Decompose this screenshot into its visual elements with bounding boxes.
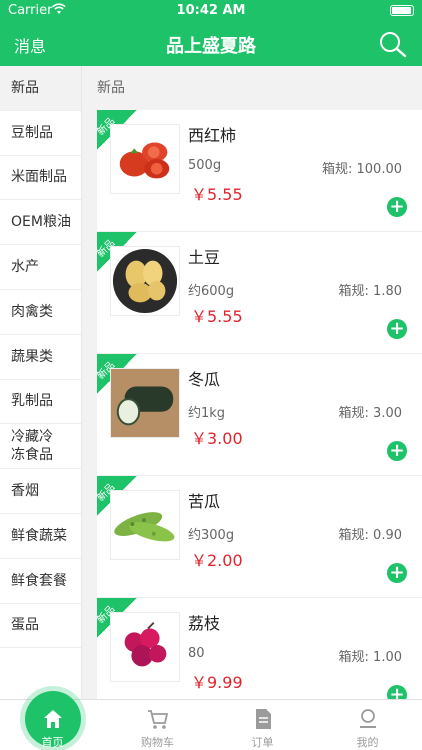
sidebar-item-label: 蛋品 <box>11 617 39 634</box>
product-box-spec: 箱规: 0.90 <box>338 528 402 543</box>
sidebar-item-eggs[interactable]: 蛋品 <box>0 604 81 649</box>
sidebar-item-meat[interactable]: 肉禽类 <box>0 290 81 335</box>
tomato-image <box>110 124 180 194</box>
product-box-spec: 箱规: 100.00 <box>322 162 402 177</box>
add-to-cart-button[interactable]: + <box>387 441 407 461</box>
sidebar-item-label: 米面制品 <box>11 169 67 186</box>
add-to-cart-button[interactable]: + <box>387 319 407 339</box>
tab-orders[interactable]: 订单 <box>210 700 315 750</box>
sidebar-item-tobacco[interactable]: 香烟 <box>0 469 81 514</box>
product-price: ￥9.99 <box>191 673 243 692</box>
sidebar-item-label: 鲜食套餐 <box>11 572 67 589</box>
lychee-image <box>110 612 180 682</box>
product-card[interactable]: 新品 苦瓜 约300g 箱规: 0.90 ￥2.00 + <box>97 476 422 598</box>
sidebar-item-produce[interactable]: 蔬果类 <box>0 335 81 380</box>
tab-label: 购物车 <box>141 736 174 749</box>
product-spec: 约300g <box>188 528 235 543</box>
product-spec: 约1kg <box>188 406 226 421</box>
product-card[interactable]: 新品 土豆 约600g 箱规: 1.80 ￥5.55 + <box>97 232 422 354</box>
tab-cart[interactable]: 购物车 <box>105 700 210 750</box>
product-price: ￥5.55 <box>191 185 243 204</box>
product-name: 苦瓜 <box>188 492 221 511</box>
product-box-spec: 箱规: 3.00 <box>338 406 402 421</box>
sidebar-item-label: 香烟 <box>11 483 39 500</box>
tab-label: 我的 <box>356 736 379 749</box>
sidebar-item-frozen[interactable]: 冷藏冷 冻食品 <box>0 424 81 470</box>
add-to-cart-button[interactable]: + <box>387 685 407 699</box>
add-to-cart-button[interactable]: + <box>387 197 407 217</box>
tab-home[interactable]: 首页 <box>0 691 105 750</box>
winter-melon-image <box>110 368 180 438</box>
product-box-spec: 箱规: 1.80 <box>338 284 402 299</box>
order-icon <box>255 709 271 729</box>
bitter-melon-image <box>110 490 180 560</box>
sidebar-item-fresh-veg[interactable]: 鲜食蔬菜 <box>0 514 81 559</box>
nav-bar: 消息 品上盛夏路 <box>0 22 422 66</box>
product-name: 荔枝 <box>188 614 221 633</box>
product-name: 西红柿 <box>188 126 237 145</box>
home-icon <box>43 710 62 728</box>
status-time: 10:42 AM <box>176 3 246 18</box>
sidebar-item-tofu[interactable]: 豆制品 <box>0 111 81 156</box>
potato-image <box>110 246 180 316</box>
tab-label: 订单 <box>251 736 274 749</box>
sidebar-item-new[interactable]: 新品 <box>0 66 81 111</box>
sidebar-item-oem-oil[interactable]: OEM粮油 <box>0 200 81 246</box>
battery-icon <box>390 5 414 16</box>
product-card[interactable]: 新品 西红柿 500g 箱规: 100.00 ￥5.55 + <box>97 110 422 232</box>
category-sidebar: 新品 豆制品 米面制品 OEM粮油 水产 肉禽类 蔬果类 乳制品 冷藏冷 冻食品… <box>0 66 82 699</box>
product-spec: 约600g <box>188 284 235 299</box>
add-to-cart-button[interactable]: + <box>387 563 407 583</box>
sidebar-item-noodles[interactable]: 米面制品 <box>0 156 81 201</box>
sidebar-item-label: 蔬果类 <box>11 348 53 365</box>
product-card[interactable]: 新品 冬瓜 约1kg 箱规: 3.00 ￥3.00 + <box>97 354 422 476</box>
product-spec: 500g <box>188 158 222 173</box>
section-title: 新品 <box>83 66 422 110</box>
sidebar-item-dairy[interactable]: 乳制品 <box>0 380 81 425</box>
status-bar: Carrier 10:42 AM <box>0 0 422 22</box>
sidebar-item-label: 水产 <box>11 259 39 276</box>
sidebar-item-meal-sets[interactable]: 鲜食套餐 <box>0 559 81 604</box>
sidebar-item-label: 鲜食蔬菜 <box>11 527 67 544</box>
product-price: ￥3.00 <box>191 429 243 448</box>
sidebar-item-label: 肉禽类 <box>11 303 53 320</box>
sidebar-item-label: OEM粮油 <box>11 214 71 231</box>
sidebar-item-label: 新品 <box>11 79 39 96</box>
sidebar-item-label: 乳制品 <box>11 393 53 410</box>
tab-profile[interactable]: 我的 <box>315 700 420 750</box>
product-price: ￥5.55 <box>191 307 243 326</box>
page-title: 品上盛夏路 <box>166 36 256 57</box>
cart-icon <box>147 710 168 729</box>
product-name: 冬瓜 <box>188 370 221 389</box>
tab-bar: 首页 购物车 订单 我的 <box>0 691 422 750</box>
sidebar-item-seafood[interactable]: 水产 <box>0 245 81 290</box>
search-icon[interactable] <box>378 30 408 58</box>
sidebar-item-label: 冷藏冷 冻食品 <box>11 429 53 464</box>
product-list: 新品 新品 西红柿 500g 箱规: 100.00 ￥5.55 + 新品 土豆 <box>83 66 422 699</box>
product-box-spec: 箱规: 1.00 <box>338 650 402 665</box>
product-price: ￥2.00 <box>191 551 243 570</box>
product-name: 土豆 <box>188 248 221 267</box>
product-spec: 80 <box>188 646 205 661</box>
tab-label: 首页 <box>41 736 64 749</box>
product-card[interactable]: 新品 荔枝 80 箱规: 1.00 ￥9.99 + <box>97 598 422 699</box>
profile-icon <box>359 709 376 728</box>
sidebar-item-label: 豆制品 <box>11 124 53 141</box>
battery-fill <box>392 7 411 14</box>
